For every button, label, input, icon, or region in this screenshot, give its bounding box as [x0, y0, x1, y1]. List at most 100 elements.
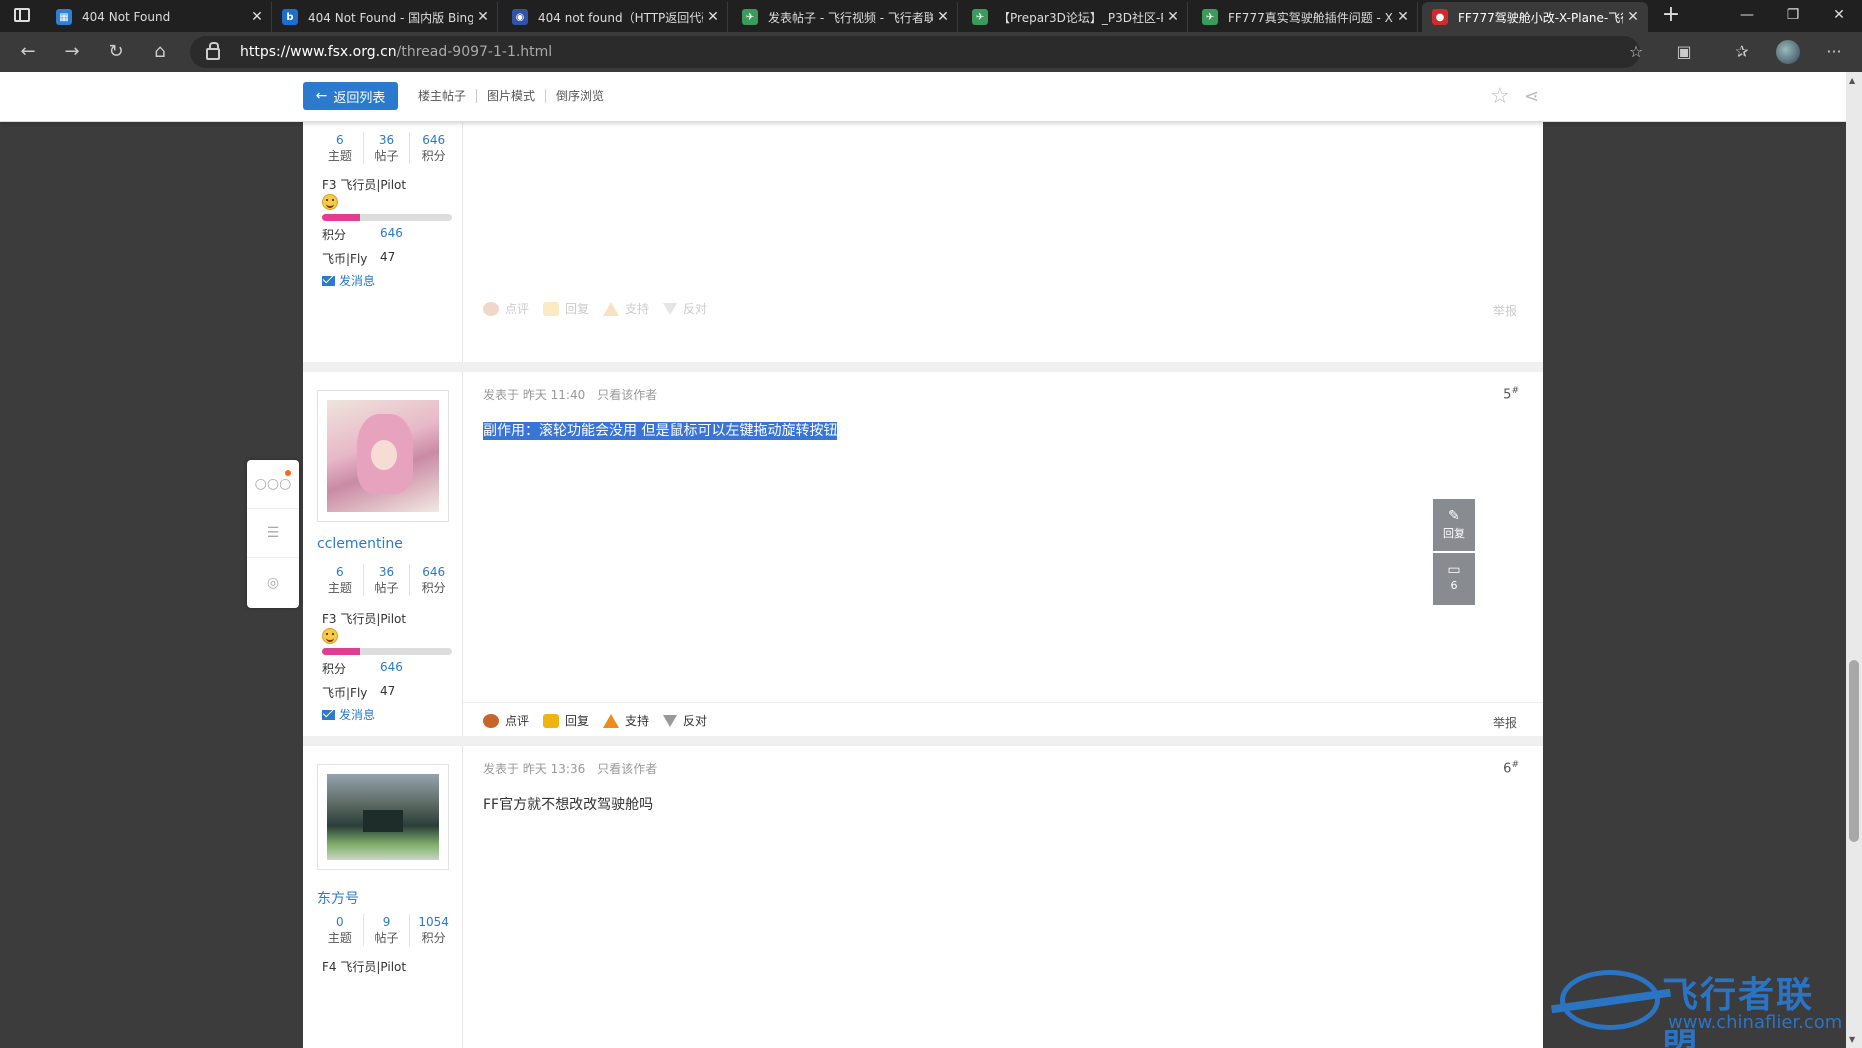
browser-tab-7-active[interactable]: ● FF777驾驶舱小改-X-Plane-飞行 ✕	[1422, 2, 1648, 32]
envelope-icon	[322, 275, 335, 286]
only-author-link[interactable]: 只看该作者	[597, 762, 657, 776]
avatar[interactable]	[327, 774, 439, 860]
star-icon[interactable]: ☆	[1490, 84, 1510, 109]
comment-count-button[interactable]: ▭ 6	[1433, 553, 1475, 605]
avatar-frame	[317, 764, 449, 870]
author-stats: 6 主题 36 帖子 646 积分	[317, 132, 457, 164]
bing-icon: b	[282, 9, 298, 25]
username-link[interactable]: 东方号	[317, 888, 359, 908]
level-smiley-icon	[322, 628, 338, 644]
stat-threads[interactable]: 6 主题	[317, 132, 364, 164]
immersive-reader-icon[interactable]: ▣	[1670, 38, 1698, 66]
scroll-up-arrow-icon[interactable]: ▲	[1849, 76, 1855, 85]
browser-tab-1[interactable]: ▦ 404 Not Found ✕	[46, 2, 272, 32]
report-link[interactable]: 举报	[1493, 302, 1517, 319]
close-tab-icon[interactable]: ✕	[933, 9, 953, 25]
tab-title: 404 Not Found - 国内版 Bing	[308, 10, 473, 25]
browser-tab-6[interactable]: ✈ FF777真实驾驶舱插件问题 - X- ✕	[1192, 2, 1418, 32]
points-value[interactable]: 646	[380, 226, 403, 243]
post-time: 发表于 昨天 13:36	[483, 762, 586, 776]
page-scrollbar[interactable]: ▲ ▼	[1846, 72, 1862, 1048]
only-author-link[interactable]: 只看该作者	[597, 388, 657, 402]
level-progress-bar	[322, 648, 452, 655]
forward-arrow-icon[interactable]: →	[58, 38, 86, 66]
avatar[interactable]	[327, 400, 439, 512]
review-button[interactable]: 点评	[483, 300, 529, 317]
minimize-button[interactable]: —	[1724, 0, 1770, 30]
support-button[interactable]: 支持	[603, 300, 649, 317]
profile-avatar[interactable]	[1776, 40, 1800, 64]
send-message-link[interactable]: 发消息	[322, 272, 375, 289]
scrollbar-thumb[interactable]	[1849, 660, 1859, 842]
tab-actions-icon[interactable]	[14, 8, 30, 22]
reply-label: 回复	[565, 302, 590, 316]
thumb-up-arrow-icon	[603, 301, 620, 316]
favorites-icon[interactable]: ✰	[1728, 38, 1756, 66]
send-message-link[interactable]: 发消息	[322, 706, 375, 723]
browser-tab-2[interactable]: b 404 Not Found - 国内版 Bing ✕	[272, 2, 498, 32]
back-arrow-icon[interactable]: ←	[14, 38, 42, 66]
thumb-down-arrow-icon	[663, 302, 678, 315]
review-button[interactable]: 点评	[483, 712, 529, 729]
username-link[interactable]: cclementine	[317, 536, 403, 552]
link-op-posts[interactable]: 楼主帖子	[418, 89, 478, 103]
oppose-button[interactable]: 反对	[663, 300, 707, 317]
oppose-button[interactable]: 反对	[663, 712, 707, 729]
stat-value: 0	[336, 915, 344, 929]
oppose-label: 反对	[683, 714, 708, 728]
browser-tab-3[interactable]: ◉ 404 not found（HTTP返回代码 ✕	[502, 2, 728, 32]
stat-threads[interactable]: 0 主题	[317, 914, 364, 946]
flycoin-value: 47	[380, 250, 396, 264]
post-main: 点评 回复 支持 反对 举报	[463, 122, 1543, 362]
stat-posts[interactable]: 9 帖子	[364, 914, 411, 946]
tab-title: 发表帖子 - 飞行视频 - 飞行者联	[768, 10, 933, 25]
flycoin-label: 飞币|Fly	[322, 252, 368, 266]
reply-bubble-icon	[543, 713, 560, 728]
selected-text[interactable]: 副作用：滚轮功能会没用 但是鼠标可以左键拖动旋转按钮	[483, 422, 838, 440]
close-tab-icon[interactable]: ✕	[1393, 9, 1413, 25]
stat-threads[interactable]: 6 主题	[317, 564, 364, 596]
stat-posts[interactable]: 36 帖子	[364, 564, 411, 596]
browser-tab-5[interactable]: ✈ 【Prepar3D论坛】_P3D社区-P ✕	[962, 2, 1188, 32]
document-list-icon[interactable]: ☰	[247, 509, 299, 558]
points-value[interactable]: 646	[380, 660, 403, 677]
refresh-icon[interactable]: ↻	[102, 38, 130, 66]
author-sidebar: 东方号 0 主题 9 帖子 1054 积分 F4 飞行员|Pilot	[303, 746, 463, 1048]
more-menu-icon[interactable]: ···	[1820, 38, 1848, 66]
close-tab-icon[interactable]: ✕	[703, 9, 723, 25]
restore-button[interactable]: ❐	[1770, 0, 1816, 30]
add-favorite-icon[interactable]: ☆	[1622, 38, 1650, 66]
stat-posts[interactable]: 36 帖子	[364, 132, 411, 164]
floor-number[interactable]: 5#	[1503, 386, 1519, 402]
stat-label: 主题	[327, 581, 352, 595]
stat-value: 6	[336, 565, 344, 579]
back-to-list-button[interactable]: ← 返回列表	[303, 82, 398, 110]
close-tab-icon[interactable]: ✕	[1163, 9, 1183, 25]
report-link[interactable]: 举报	[1493, 714, 1517, 731]
post-floor-5: cclementine 6 主题 36 帖子 646 积分 F3 飞行员|Pilot …	[303, 372, 1543, 736]
reply-button[interactable]: 回复	[543, 712, 589, 729]
address-field[interactable]: https://www.fsx.org.cn/thread-9097-1-1.h…	[190, 36, 1640, 68]
chat-bubbles-icon[interactable]: ◎	[247, 558, 299, 607]
stat-points[interactable]: 646 积分	[410, 132, 457, 164]
close-tab-icon[interactable]: ✕	[1623, 9, 1643, 25]
home-icon[interactable]: ⌂	[146, 38, 174, 66]
close-window-button[interactable]: ✕	[1816, 0, 1862, 30]
stat-points[interactable]: 646 积分	[410, 564, 457, 596]
floor-number[interactable]: 6#	[1503, 760, 1519, 776]
more-options-icon[interactable]: ○○○	[247, 460, 299, 509]
reply-label: 回复	[565, 714, 590, 728]
support-button[interactable]: 支持	[603, 712, 649, 729]
close-tab-icon[interactable]: ✕	[473, 9, 493, 25]
author-sidebar: 6 主题 36 帖子 646 积分 F3 飞行员|Pilot 积分 646 飞币|Fly…	[303, 122, 463, 362]
share-icon[interactable]: ⋖	[1524, 86, 1539, 107]
quick-reply-button[interactable]: ✎ 回复	[1433, 499, 1475, 551]
reply-button[interactable]: 回复	[543, 300, 589, 317]
stat-points[interactable]: 1054 积分	[410, 914, 457, 946]
close-tab-icon[interactable]: ✕	[247, 9, 267, 25]
link-image-mode[interactable]: 图片模式	[477, 89, 547, 103]
browser-tab-4[interactable]: ✈ 发表帖子 - 飞行视频 - 飞行者联 ✕	[732, 2, 958, 32]
author-sidebar: cclementine 6 主题 36 帖子 646 积分 F3 飞行员|Pilot …	[303, 372, 463, 736]
new-tab-button[interactable]: +	[1656, 2, 1686, 30]
link-reverse-order[interactable]: 倒序浏览	[546, 89, 614, 103]
